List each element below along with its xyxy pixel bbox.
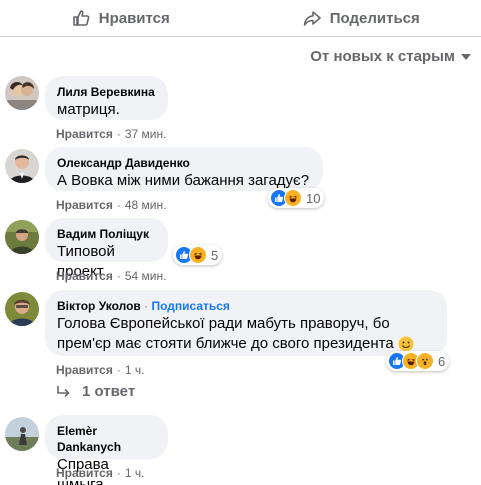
comment-bubble: Вадим Поліщук Типовой проект [45,218,168,280]
comment-bubble: Олександр Давиденко А Вовка між ними баж… [45,147,323,191]
comment-reactions[interactable]: 10 [268,188,325,208]
follow-link[interactable]: Подписаться [151,299,229,313]
comment-reactions[interactable]: 6 [386,351,450,371]
avatar[interactable] [5,149,39,183]
comment-time[interactable]: 54 мин. [125,269,167,283]
comment-like-link[interactable]: Нравится [56,363,113,377]
comment-sort-dropdown[interactable]: От новых к старым [310,48,471,65]
comment-time[interactable]: 1 ч. [125,466,145,480]
sort-label: От новых к старым [310,48,455,65]
avatar-photo [5,417,39,451]
haha-reaction-icon [284,189,302,207]
post-action-bar: Нравится Поделиться [0,0,481,36]
meta-dot: · [116,198,121,212]
comment-text-line-2: прем'єр має стояти ближче до свого прези… [57,334,435,354]
avatar-photo [5,149,39,183]
avatar-photo [5,220,39,254]
comment-like-link[interactable]: Нравится [56,127,113,141]
comment-like-link[interactable]: Нравится [56,269,113,283]
share-button[interactable]: Поделиться [241,0,481,36]
share-arrow-icon [303,11,321,26]
haha-reaction-icon [189,246,207,264]
comment-time[interactable]: 1 ч. [125,363,145,377]
reactions-count: 10 [306,190,321,206]
meta-dot: · [116,363,121,377]
meta-dot: · [116,269,121,283]
comment-author[interactable]: Вадим Поліщук [57,226,156,242]
thumbs-up-icon [72,10,90,26]
avatar[interactable] [5,220,39,254]
comment-like-link[interactable]: Нравится [56,198,113,212]
comment-time[interactable]: 48 мин. [125,198,167,212]
comment-time[interactable]: 37 мин. [125,127,167,141]
reactions-count: 6 [438,353,446,369]
comment-meta: Нравится · 37 мин. [56,127,166,141]
view-replies-link[interactable]: 1 ответ [56,383,135,400]
meta-dot: · [116,127,121,141]
comment-bubble: Віктор Уколов · Подписаться Голова Європ… [45,290,447,356]
divider [0,36,481,37]
comment-meta: Нравится · 54 мин. [56,269,166,283]
like-button-label: Нравится [98,9,170,27]
view-replies-label: 1 ответ [82,383,136,400]
comment-author[interactable]: Олександр Давиденко [57,155,311,171]
comment-text-line-2-content: прем'єр має стояти ближче до свого прези… [57,335,394,352]
avatar-photo [5,76,39,110]
comment-author[interactable]: Лиля Веревкина [57,84,156,100]
comment-meta: Нравится · 48 мин. [56,198,166,212]
avatar[interactable] [5,417,39,451]
reactions-count: 5 [211,247,219,263]
like-button[interactable]: Нравится [0,0,241,36]
reply-arrow-icon [57,385,70,397]
comment-reactions[interactable]: 5 [173,245,223,265]
comment-bubble: Лиля Веревкина матриця. [45,76,168,120]
share-button-label: Поделиться [329,9,420,27]
avatar[interactable] [5,76,39,110]
comment-text-line-1: Голова Європейської ради мабуть праворуч… [57,315,390,332]
smiley-emoji-icon [398,336,414,352]
comment-bubble: Elemèr Dankanych Справа шмыга [45,415,168,485]
comment-meta: Нравится · 1 ч. [56,466,144,480]
avatar-photo [5,292,39,326]
comment-meta: Нравится · 1 ч. [56,363,144,377]
comment-author-line: Віктор Уколов · Подписаться [57,298,435,314]
avatar[interactable] [5,292,39,326]
meta-dot: · [116,466,121,480]
comment-author[interactable]: Elemèr Dankanych [57,423,156,455]
comment-like-link[interactable]: Нравится [56,466,113,480]
comment-author[interactable]: Віктор Уколов [57,299,141,313]
wow-reaction-icon [416,352,434,370]
comment-text: матриця. [57,101,120,118]
chevron-down-icon [461,53,471,60]
